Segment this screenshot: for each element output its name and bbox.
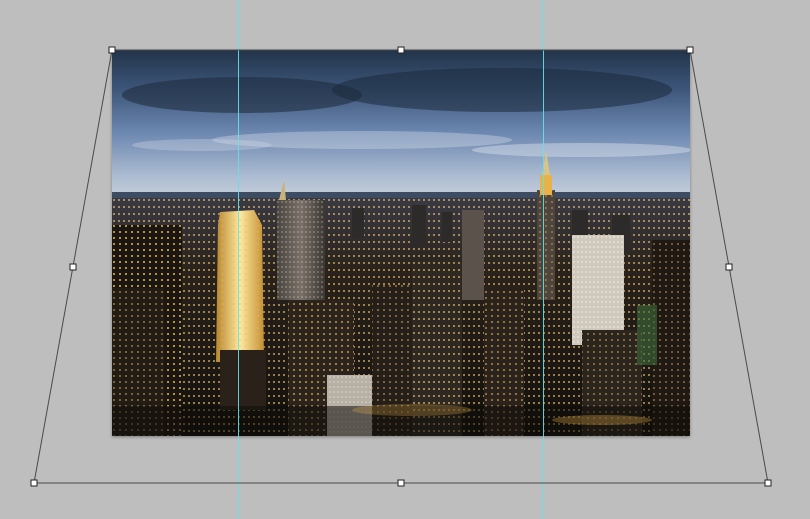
transform-handle-middle-left[interactable] (69, 263, 77, 271)
transform-handle-bottom-center[interactable] (397, 479, 405, 487)
transform-handle-bottom-left[interactable] (30, 479, 38, 487)
transform-handle-middle-right[interactable] (725, 263, 733, 271)
city-skyline-image (112, 50, 690, 436)
vertical-guide-left[interactable] (238, 0, 239, 519)
transform-handle-bottom-right[interactable] (764, 479, 772, 487)
city-photo-layer[interactable] (112, 50, 690, 436)
vertical-guide-right[interactable] (543, 0, 544, 519)
document-canvas[interactable] (0, 0, 810, 519)
